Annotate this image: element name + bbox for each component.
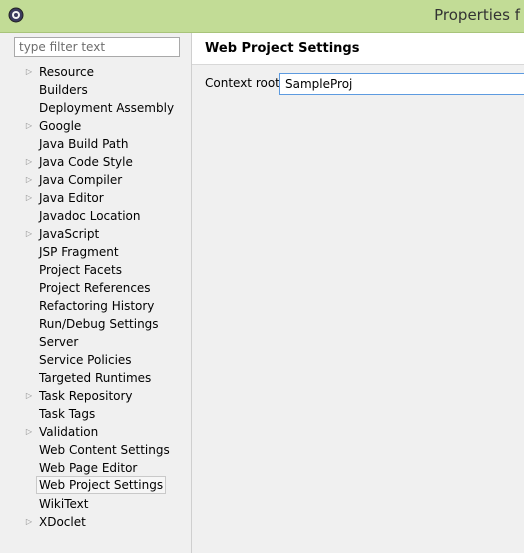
context-root-label: Context root: bbox=[205, 76, 284, 90]
tree-item-label: Google bbox=[39, 119, 82, 133]
tree-item-label: Java Editor bbox=[39, 191, 104, 205]
tree-item[interactable]: Project Facets bbox=[0, 261, 191, 279]
tree-item-label: Web Page Editor bbox=[39, 461, 138, 475]
tree-item-label: Project References bbox=[39, 281, 151, 295]
context-root-input[interactable] bbox=[279, 73, 524, 95]
page-header: Web Project Settings bbox=[192, 33, 524, 65]
expand-arrow-icon[interactable]: ▷ bbox=[24, 387, 34, 405]
tree-item[interactable]: ▷ Validation bbox=[0, 423, 191, 441]
tree-item[interactable]: Deployment Assembly bbox=[0, 99, 191, 117]
tree-item-label: Resource bbox=[39, 65, 95, 79]
tree-item[interactable]: WikiText bbox=[0, 495, 191, 513]
expand-arrow-icon[interactable]: ▷ bbox=[24, 225, 34, 243]
navigation-pane: ▷ Resource Builders Deployment Assembly ▷ Goo… bbox=[0, 33, 192, 553]
title-bar: Properties f bbox=[0, 0, 524, 33]
tree-item-label: Builders bbox=[39, 83, 88, 97]
filter-input[interactable] bbox=[14, 37, 180, 57]
tree-item-label: Deployment Assembly bbox=[39, 101, 175, 115]
tree-item[interactable]: ▷ Resource bbox=[0, 63, 191, 81]
tree-item[interactable]: ▷ Java Editor bbox=[0, 189, 191, 207]
tree-item[interactable]: ▷ XDoclet bbox=[0, 513, 191, 531]
tree-item-label: Java Build Path bbox=[39, 137, 129, 151]
tree-item[interactable]: Run/Debug Settings bbox=[0, 315, 191, 333]
window-title: Properties f bbox=[434, 6, 520, 24]
tree-item-label: Run/Debug Settings bbox=[39, 317, 159, 331]
expand-arrow-icon[interactable]: ▷ bbox=[24, 189, 34, 207]
tree-item-label: Refactoring History bbox=[39, 299, 155, 313]
tree-item-label: Server bbox=[39, 335, 79, 349]
tree-item[interactable]: ▷ Java Compiler bbox=[0, 171, 191, 189]
tree-item[interactable]: Refactoring History bbox=[0, 297, 191, 315]
tree-item[interactable]: Server bbox=[0, 333, 191, 351]
tree-item[interactable]: Web Page Editor bbox=[0, 459, 191, 477]
tree-item-label: Task Tags bbox=[39, 407, 96, 421]
page-title: Web Project Settings bbox=[205, 41, 360, 56]
tree-item[interactable]: Targeted Runtimes bbox=[0, 369, 191, 387]
tree-item-label: JSP Fragment bbox=[39, 245, 119, 259]
property-page-tree: ▷ Resource Builders Deployment Assembly ▷ Goo… bbox=[0, 63, 191, 531]
tree-item-label: WikiText bbox=[39, 497, 89, 511]
tree-item[interactable]: Project References bbox=[0, 279, 191, 297]
tree-item[interactable]: ▷ Task Repository bbox=[0, 387, 191, 405]
tree-item[interactable]: Builders bbox=[0, 81, 191, 99]
tree-item[interactable]: ▷ Java Code Style bbox=[0, 153, 191, 171]
expand-arrow-icon[interactable]: ▷ bbox=[24, 171, 34, 189]
eclipse-app-icon[interactable] bbox=[8, 7, 24, 23]
tree-item[interactable]: Web Content Settings bbox=[0, 441, 191, 459]
expand-arrow-icon[interactable]: ▷ bbox=[24, 117, 34, 135]
expand-arrow-icon[interactable]: ▷ bbox=[24, 153, 34, 171]
tree-item[interactable]: JSP Fragment bbox=[0, 243, 191, 261]
tree-item[interactable]: ▷ Google bbox=[0, 117, 191, 135]
tree-item-label: XDoclet bbox=[39, 515, 86, 529]
tree-item[interactable]: Javadoc Location bbox=[0, 207, 191, 225]
tree-item-label: Javadoc Location bbox=[39, 209, 141, 223]
tree-item[interactable]: Java Build Path bbox=[0, 135, 191, 153]
tree-item-label: Web Project Settings bbox=[36, 476, 167, 494]
expand-arrow-icon[interactable]: ▷ bbox=[24, 513, 34, 531]
tree-item-label: Service Policies bbox=[39, 353, 132, 367]
tree-item-label: JavaScript bbox=[39, 227, 100, 241]
tree-item[interactable]: Web Project Settings bbox=[0, 476, 191, 495]
expand-arrow-icon[interactable]: ▷ bbox=[24, 423, 34, 441]
tree-item-label: Project Facets bbox=[39, 263, 122, 277]
tree-item[interactable]: Service Policies bbox=[0, 351, 191, 369]
tree-item[interactable]: Task Tags bbox=[0, 405, 191, 423]
tree-item-label: Java Code Style bbox=[39, 155, 133, 169]
tree-item-label: Targeted Runtimes bbox=[39, 371, 152, 385]
expand-arrow-icon[interactable]: ▷ bbox=[24, 63, 34, 81]
tree-item-label: Java Compiler bbox=[39, 173, 123, 187]
settings-pane: Web Project Settings Context root: bbox=[192, 33, 524, 553]
tree-item-label: Validation bbox=[39, 425, 99, 439]
tree-item-label: Task Repository bbox=[39, 389, 133, 403]
tree-item-label: Web Content Settings bbox=[39, 443, 170, 457]
tree-item[interactable]: ▷ JavaScript bbox=[0, 225, 191, 243]
